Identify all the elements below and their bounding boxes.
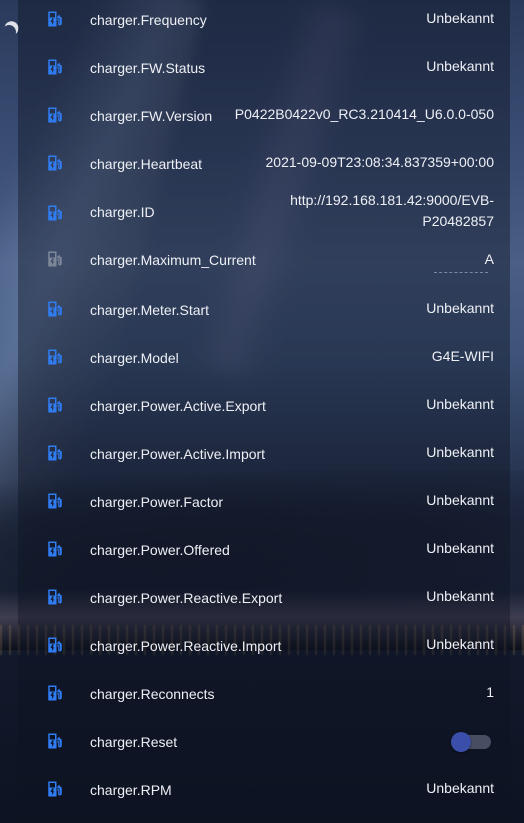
ev-station-icon [48,251,62,267]
entity-value: Unbekannt [426,540,494,556]
entity-label: charger.Model [90,350,179,366]
entity-value: 1 [486,684,494,700]
ev-station-icon [48,685,62,701]
ev-station-icon [48,541,62,557]
ev-station-icon [48,107,62,123]
entity-label: charger.Power.Active.Export [90,398,266,414]
entity-row-power-reactive-import[interactable]: charger.Power.Reactive.Import Unbekannt [18,624,510,672]
entity-row-maximum-current[interactable]: charger.Maximum_Current A [18,240,510,288]
entity-label: charger.Meter.Start [90,302,210,318]
entity-row-model[interactable]: charger.Model G4E-WIFI [18,336,510,384]
ev-station-icon [48,155,62,171]
entity-label: charger.Power.Active.Import [90,446,266,462]
moon-icon [0,22,19,41]
ev-station-icon [48,301,62,317]
entity-label: charger.Power.Offered [90,542,230,558]
entity-label: charger.Frequency [90,12,207,28]
entity-value: Unbekannt [426,58,494,74]
ev-station-icon [48,349,62,365]
entity-value: Unbekannt [426,396,494,412]
entity-value: Unbekannt [426,588,494,604]
ev-station-icon [48,59,62,75]
ev-station-icon [48,589,62,605]
ev-station-icon [48,781,62,797]
reset-toggle[interactable] [451,732,491,752]
entity-value: G4E-WIFI [431,348,494,364]
entity-label: charger.Power.Reactive.Import [90,638,282,654]
entity-row-power-reactive-export[interactable]: charger.Power.Reactive.Export Unbekannt [18,576,510,624]
entity-row-fw-version[interactable]: charger.FW.Version P0422B0422v0_RC3.2104… [18,96,510,144]
entity-value: Unbekannt [426,300,494,316]
entity-label: charger.RPM [90,782,172,798]
entity-label: charger.FW.Status [90,60,206,76]
entity-row-reset[interactable]: charger.Reset [18,720,510,768]
entity-label: charger.Reset [90,734,178,750]
entity-row-power-active-import[interactable]: charger.Power.Active.Import Unbekannt [18,432,510,480]
entity-value: 2021-09-09T23:08:34.837359+00:00 [265,154,494,170]
ev-station-icon [48,11,62,27]
entity-row-heartbeat[interactable]: charger.Heartbeat 2021-09-09T23:08:34.83… [18,144,510,192]
ev-station-icon [48,397,62,413]
current-input[interactable] [434,272,488,273]
unit-label: A [484,251,494,267]
entity-row-id[interactable]: charger.ID http://192.168.181.42:9000/EV… [18,192,510,244]
entity-value: Unbekannt [426,10,494,26]
entity-row-rpm[interactable]: charger.RPM Unbekannt [18,768,510,816]
entity-label: charger.Maximum_Current [90,252,256,268]
entity-row-reconnects[interactable]: charger.Reconnects 1 [18,672,510,720]
entity-row-fw-status[interactable]: charger.FW.Status Unbekannt [18,48,510,96]
entity-label: charger.Power.Factor [90,494,224,510]
entity-row-power-active-export[interactable]: charger.Power.Active.Export Unbekannt [18,384,510,432]
ev-station-icon [48,493,62,509]
ev-station-icon [48,205,62,221]
ev-station-icon [48,733,62,749]
entity-label: charger.Power.Reactive.Export [90,590,283,606]
entity-row-frequency[interactable]: charger.Frequency Unbekannt [18,0,510,48]
entity-value: Unbekannt [426,444,494,460]
entity-value: Unbekannt [426,636,494,652]
entity-label: charger.Heartbeat [90,156,203,172]
entity-row-power-factor[interactable]: charger.Power.Factor Unbekannt [18,480,510,528]
entity-value: http://192.168.181.42:9000/EVB-P20482857 [290,192,494,229]
entity-label: charger.ID [90,204,155,220]
ev-station-icon [48,445,62,461]
entity-value: P0422B0422v0_RC3.210414_U6.0.0-050 [234,106,494,122]
ev-station-icon [48,637,62,653]
entity-value: Unbekannt [426,492,494,508]
toggle-knob[interactable] [451,732,471,752]
entity-label: charger.Reconnects [90,686,215,702]
entity-row-meter-start[interactable]: charger.Meter.Start Unbekannt [18,288,510,336]
entity-row-power-offered[interactable]: charger.Power.Offered Unbekannt [18,528,510,576]
entity-value: Unbekannt [426,780,494,796]
entity-label: charger.FW.Version [90,108,213,124]
